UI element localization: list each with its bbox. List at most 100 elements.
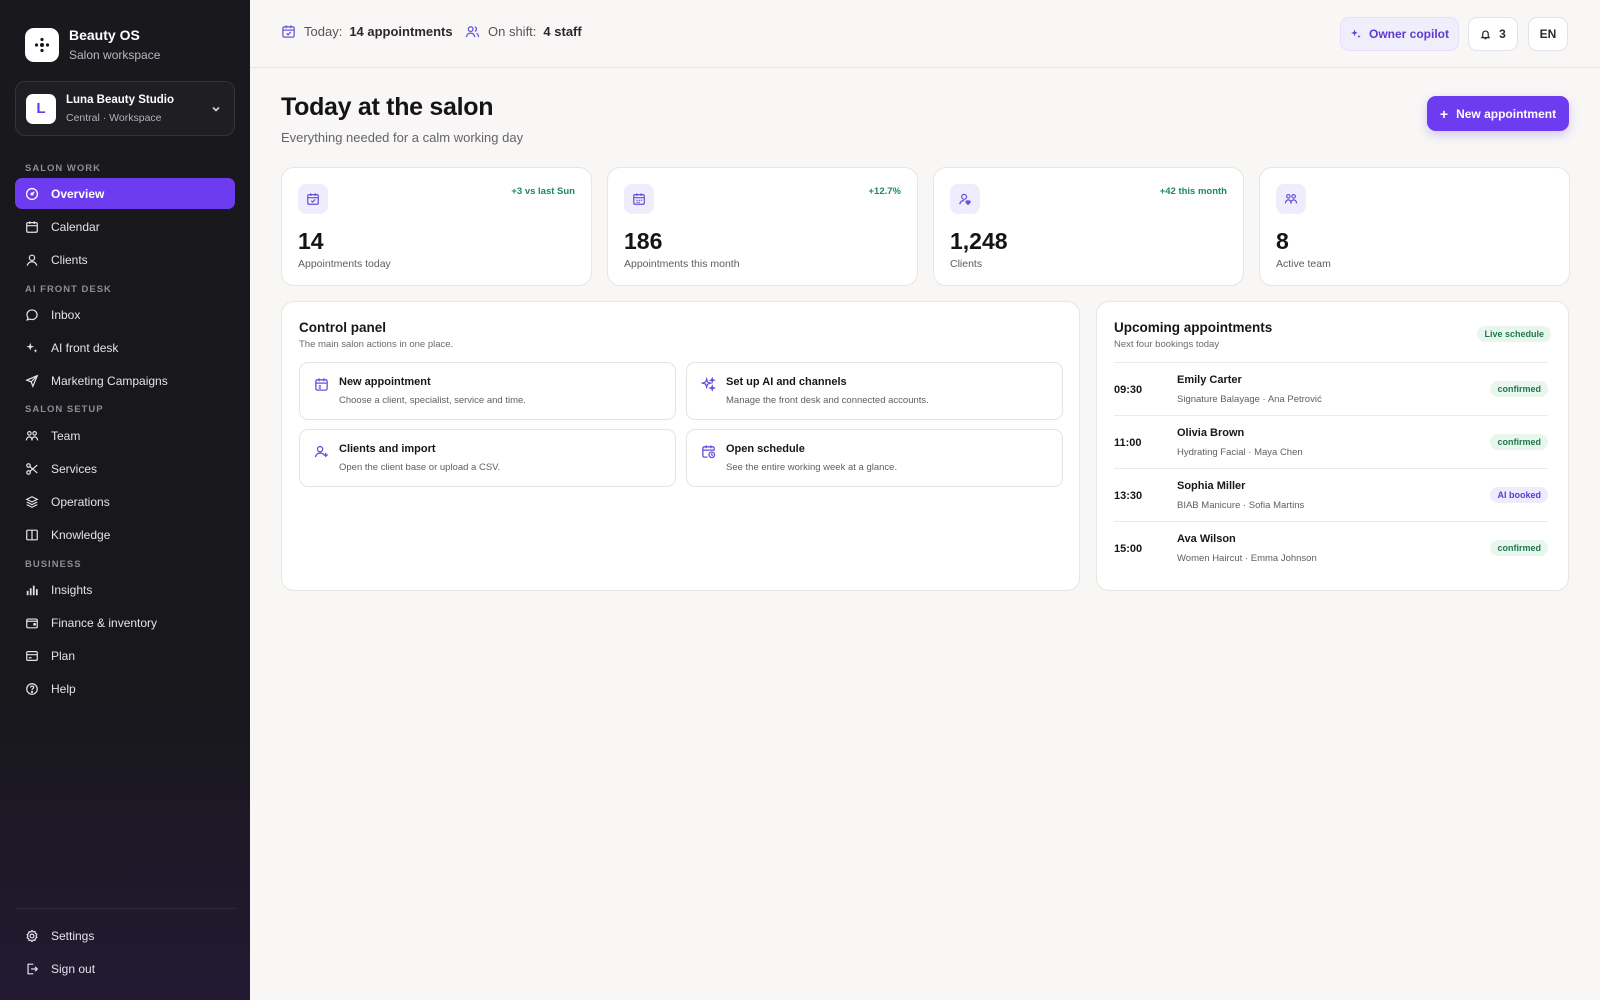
sidebar-item-insights[interactable]: Insights: [15, 574, 235, 605]
calendar-icon: [624, 184, 654, 214]
today-summary: Today: 14 appointments: [281, 24, 453, 39]
help-icon: [26, 682, 38, 695]
calendar-clock-icon: [702, 445, 716, 459]
wallet-icon: [26, 617, 38, 628]
workspace-switcher[interactable]: L Luna Beauty Studio Central · Workspace: [15, 81, 235, 136]
appointment-client: Sophia Miller: [1177, 480, 1246, 492]
action-clients-import[interactable]: Clients and import Open the client base …: [299, 429, 676, 487]
stat-label: Appointments today: [298, 258, 391, 270]
status-badge: AI booked: [1490, 487, 1548, 503]
calendar-plus-icon: [315, 378, 328, 391]
status-badge: confirmed: [1490, 540, 1548, 556]
stat-delta: +3 vs last Sun: [511, 186, 575, 197]
live-schedule-badge: Live schedule: [1477, 326, 1551, 342]
appointment-details: Women Haircut · Emma Johnson: [1177, 553, 1317, 564]
bell-icon: [1480, 30, 1491, 39]
sidebar-item-operations[interactable]: Operations: [15, 486, 235, 517]
page-subtitle: Everything needed for a calm working day: [281, 130, 524, 145]
sidebar-item-plan[interactable]: Plan: [15, 640, 235, 671]
sidebar-item-overview[interactable]: Overview: [15, 178, 235, 209]
nav-section-ai-front-desk: AI FRONT DESK: [25, 284, 112, 295]
card-icon: [26, 650, 38, 661]
stat-delta: +12.7%: [868, 186, 902, 197]
stat-card-clients[interactable]: +42 this month 1,248 Clients: [933, 167, 1244, 286]
sidebar-item-label: Sign out: [51, 961, 96, 976]
action-setup-ai[interactable]: Set up AI and channels Manage the front …: [686, 362, 1063, 420]
sidebar-item-label: AI front desk: [51, 340, 119, 355]
appointment-row[interactable]: 09:30 Emily Carter Signature Balayage · …: [1114, 362, 1548, 415]
chat-icon: [26, 308, 38, 321]
control-panel-title: Control panel: [299, 320, 386, 335]
notifications-count: 3: [1499, 27, 1506, 41]
action-open-schedule[interactable]: Open schedule See the entire working wee…: [686, 429, 1063, 487]
action-title: New appointment: [339, 376, 431, 388]
brand[interactable]: Beauty OS Salon workspace: [25, 26, 160, 64]
brand-subtitle: Salon workspace: [69, 48, 161, 62]
calendar-icon: [282, 25, 295, 38]
sidebar-item-clients[interactable]: Clients: [15, 244, 235, 275]
sidebar-item-finance-inventory[interactable]: Finance & inventory: [15, 607, 235, 638]
sidebar-item-sign-out[interactable]: Sign out: [15, 953, 235, 984]
owner-copilot-button[interactable]: Owner copilot: [1340, 17, 1459, 51]
control-panel-subtitle: The main salon actions in one place.: [299, 339, 454, 350]
sidebar-item-label: Finance & inventory: [51, 615, 158, 630]
sidebar-item-marketing-campaigns[interactable]: Marketing Campaigns: [15, 365, 235, 396]
shift-label: On shift:: [488, 24, 537, 39]
sidebar-item-inbox[interactable]: Inbox: [15, 299, 235, 330]
team-icon: [25, 430, 39, 440]
sidebar-item-label: Settings: [51, 928, 95, 943]
language-button[interactable]: EN: [1528, 17, 1568, 51]
workspace-subtitle: Central · Workspace: [66, 111, 162, 124]
notifications-button[interactable]: 3: [1468, 17, 1518, 51]
calendar-check-icon: [298, 184, 328, 214]
stat-value: 1,248: [950, 228, 1008, 254]
sidebar-item-label: Help: [51, 681, 76, 696]
action-title: Set up AI and channels: [726, 376, 847, 388]
copilot-label: Owner copilot: [1368, 27, 1449, 41]
action-title: Open schedule: [726, 443, 805, 455]
today-value: 14 appointments: [349, 24, 453, 39]
sidebar-item-ai-front-desk[interactable]: AI front desk: [15, 332, 235, 363]
stat-value: 186: [624, 228, 663, 254]
sidebar-item-label: Team: [51, 428, 81, 443]
sidebar-item-label: Operations: [51, 494, 110, 509]
appointment-time: 09:30: [1114, 384, 1143, 396]
sidebar: Beauty OS Salon workspace L Luna Beauty …: [0, 0, 250, 1000]
sidebar-divider: [15, 908, 235, 909]
sidebar-item-calendar[interactable]: Calendar: [15, 211, 235, 242]
today-label: Today:: [304, 24, 343, 39]
nav-section-salon-work: SALON WORK: [25, 163, 101, 174]
appointment-client: Olivia Brown: [1177, 427, 1245, 439]
shift-value: 4 staff: [543, 24, 582, 39]
user-heart-icon: [950, 184, 980, 214]
sidebar-item-label: Overview: [51, 186, 105, 201]
sidebar-item-label: Plan: [51, 648, 76, 663]
sidebar-item-label: Services: [51, 461, 98, 476]
action-description: Choose a client, specialist, service and…: [339, 395, 526, 406]
sign-out-icon: [27, 963, 39, 974]
new-appointment-button[interactable]: + New appointment: [1427, 96, 1569, 131]
stat-card-appointments-today[interactable]: +3 vs last Sun 14 Appointments today: [281, 167, 592, 286]
sidebar-item-team[interactable]: Team: [15, 420, 235, 451]
book-icon: [26, 529, 38, 540]
sparkles-icon: [1351, 29, 1361, 39]
stat-label: Active team: [1276, 258, 1331, 270]
shift-summary: On shift: 4 staff: [465, 24, 582, 39]
sidebar-item-settings[interactable]: Settings: [15, 920, 235, 951]
nav-section-business: BUSINESS: [25, 559, 82, 570]
appointment-row[interactable]: 15:00 Ava Wilson Women Haircut · Emma Jo…: [1114, 521, 1548, 574]
stat-card-active-team[interactable]: 8 Active team: [1259, 167, 1570, 286]
appointment-row[interactable]: 11:00 Olivia Brown Hydrating Facial · Ma…: [1114, 415, 1548, 468]
action-description: Manage the front desk and connected acco…: [726, 395, 929, 406]
sidebar-item-services[interactable]: Services: [15, 453, 235, 484]
workspace-name: Luna Beauty Studio: [66, 93, 174, 106]
sidebar-item-label: Marketing Campaigns: [51, 373, 168, 388]
appointment-row[interactable]: 13:30 Sophia Miller BIAB Manicure · Sofi…: [1114, 468, 1548, 521]
sidebar-item-knowledge[interactable]: Knowledge: [15, 519, 235, 550]
calendar-icon: [26, 220, 38, 233]
team-icon: [1276, 184, 1306, 214]
stat-card-appointments-month[interactable]: +12.7% 186 Appointments this month: [607, 167, 918, 286]
upcoming-subtitle: Next four bookings today: [1114, 339, 1220, 350]
action-new-appointment[interactable]: New appointment Choose a client, special…: [299, 362, 676, 420]
sidebar-item-help[interactable]: Help: [15, 673, 235, 704]
